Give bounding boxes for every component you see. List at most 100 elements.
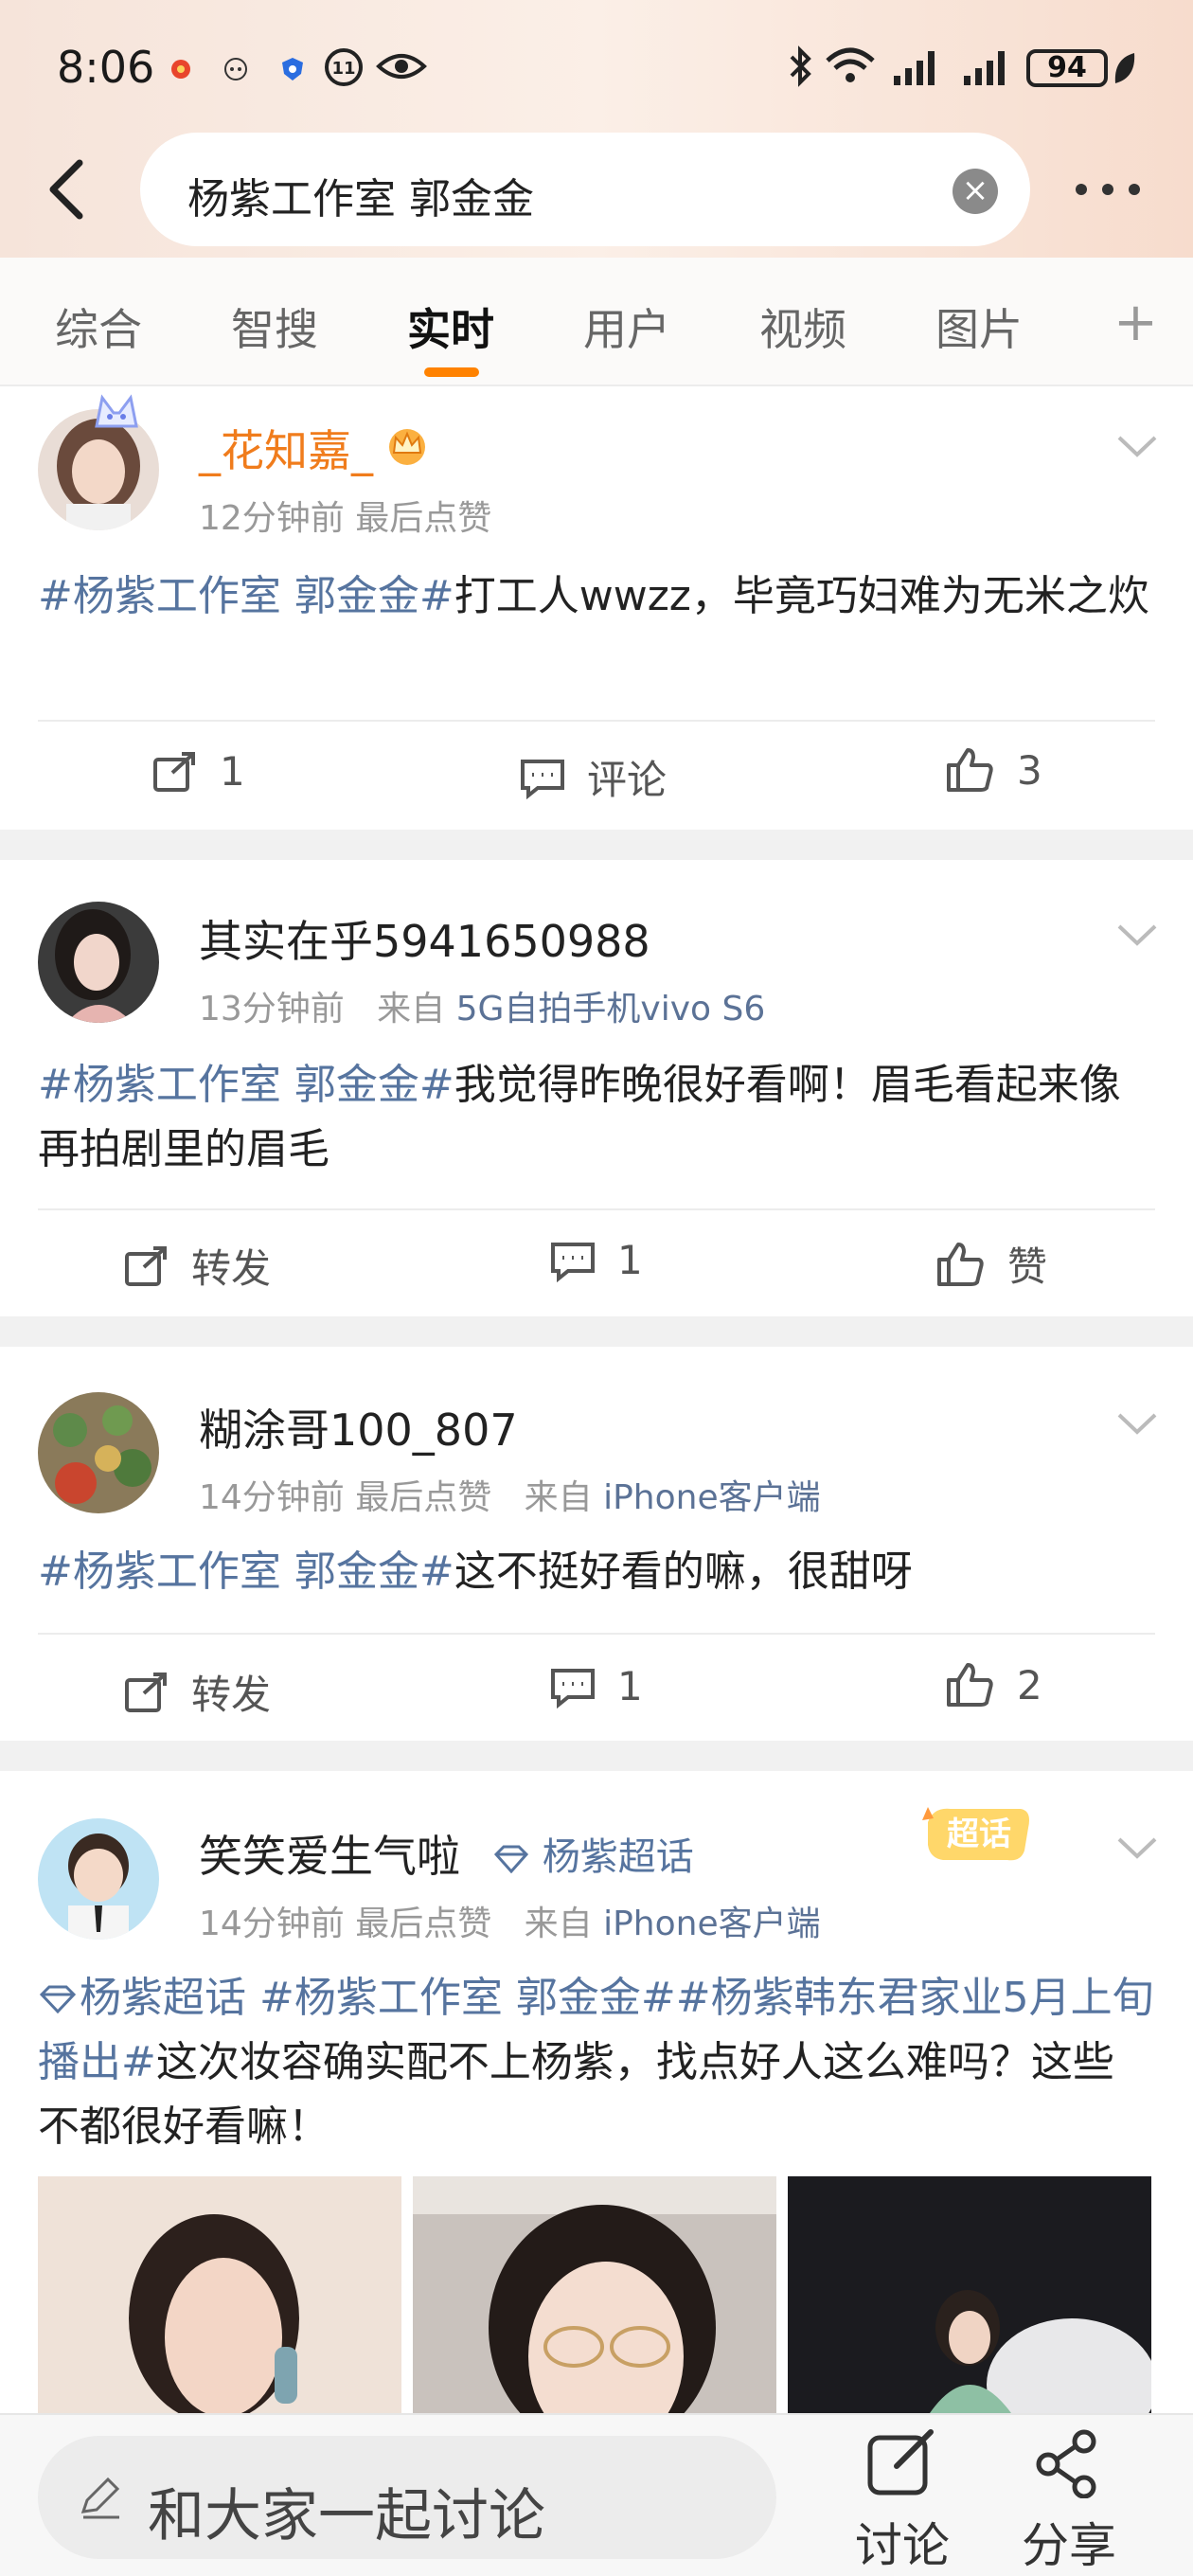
chevron-down-icon[interactable] (1113, 432, 1161, 460)
like-count: 3 (1017, 746, 1042, 794)
avatar[interactable] (38, 1392, 159, 1513)
super-topic-link[interactable]: 杨紫超话 (492, 1826, 694, 1881)
post-separator (0, 830, 1193, 860)
hashtag-link[interactable]: 杨紫超话 (38, 1974, 246, 2022)
repost-label: 转发 (191, 1245, 272, 1292)
search-input[interactable]: 杨紫工作室 郭金金 × (140, 133, 1030, 246)
tab-smart-search[interactable]: 智搜 (231, 295, 318, 358)
repost-button[interactable]: 转发 (123, 1237, 271, 1295)
post-body: #杨紫工作室 郭金金#我觉得昨晚很好看啊！眉毛看起来像再拍剧里的眉毛 (38, 1053, 1155, 1182)
post-meta: 14分钟前 最后点赞 来自 iPhone客户端 (199, 1470, 821, 1519)
pencil-icon (80, 2477, 120, 2519)
comment-count: 1 (617, 1663, 643, 1709)
hashtag-link[interactable]: #杨紫工作室 郭金金# (38, 1547, 454, 1596)
post-separator (0, 1316, 1193, 1347)
comment-button[interactable]: 评论 (519, 748, 667, 806)
post-extra: 最后点赞 (355, 499, 492, 538)
share-icon (1036, 2429, 1096, 2499)
discuss-label: 讨论 (855, 2518, 950, 2573)
post-source[interactable]: iPhone客户端 (603, 1905, 821, 1943)
avatar[interactable] (38, 902, 159, 1023)
post-body: #杨紫工作室 郭金金#这不挺好看的嘛，很甜呀 (38, 1540, 1155, 1604)
like-button[interactable]: 3 (945, 746, 1042, 794)
compose-icon (867, 2429, 934, 2496)
like-label: 赞 (1007, 1243, 1048, 1290)
post-image[interactable] (788, 2176, 1151, 2413)
repost-button[interactable]: 转发 (123, 1663, 271, 1721)
post-separator (0, 1741, 1193, 1771)
post-body: #杨紫工作室 郭金金#打工人wwzz，毕竟巧妇难为无米之炊 (38, 564, 1155, 629)
repost-icon (125, 1245, 167, 1286)
chevron-down-icon[interactable] (1113, 1409, 1161, 1438)
comment-button[interactable]: 1 (549, 1237, 643, 1283)
username[interactable]: 其实在乎5941650988 (199, 907, 650, 970)
tab-realtime[interactable]: 实时 (407, 295, 494, 358)
comment-button[interactable]: 1 (549, 1663, 643, 1709)
vip-crown-icon (389, 429, 425, 465)
discussion-input[interactable]: 和大家一起讨论 (38, 2436, 776, 2559)
discuss-button[interactable]: 讨论 (841, 2428, 964, 2576)
super-topic-tag: 杨紫超话 (80, 1974, 246, 2022)
tab-users[interactable]: 用户 (583, 295, 670, 358)
tab-video[interactable]: 视频 (759, 295, 846, 358)
tab-images[interactable]: 图片 (935, 295, 1023, 358)
super-topic-badge: 超话 (922, 1807, 1029, 1861)
post-source[interactable]: 5G自拍手机vivo S6 (456, 990, 766, 1029)
username[interactable]: _花知嘉_ (199, 417, 373, 479)
chevron-down-icon[interactable] (1113, 921, 1161, 949)
wifi-icon (826, 47, 875, 82)
avatar[interactable] (38, 1818, 159, 1940)
weibo-notification-icon (171, 60, 190, 79)
hashtag-link[interactable]: #杨紫工作室 郭金金# (38, 1061, 454, 1109)
chevron-down-icon[interactable] (1113, 1834, 1161, 1862)
thumbs-up-icon (937, 1242, 984, 1286)
clear-search-button[interactable]: × (953, 169, 998, 214)
post-meta: 14分钟前 最后点赞 来自 iPhone客户端 (199, 1896, 821, 1945)
tab-bar: 综合 智搜 实时 用户 视频 图片 + (0, 258, 1193, 386)
bottom-bar: 和大家一起讨论 讨论 分享 (0, 2413, 1193, 2576)
like-button[interactable]: 赞 (935, 1235, 1047, 1293)
more-options-icon[interactable] (1070, 170, 1146, 208)
post-meta: 13分钟前 来自 5G自拍手机vivo S6 (199, 981, 765, 1030)
username[interactable]: 糊涂哥100_807 (199, 1396, 518, 1458)
thumbs-up-icon (947, 1663, 993, 1707)
shield-icon (282, 58, 303, 80)
post-time: 14分钟前 (199, 1905, 345, 1943)
add-tab-icon[interactable]: + (1113, 292, 1158, 353)
post-text: 这次妆容确实配不上杨紫，找点好人这么难吗？这些不都很好看嘛！ (38, 2038, 1114, 2151)
battery-indicator: 94 (1026, 49, 1108, 87)
post-text: 打工人wwzz，毕竟巧妇难为无米之炊 (454, 572, 1149, 620)
post-time: 13分钟前 (199, 990, 345, 1029)
tab-comprehensive[interactable]: 综合 (55, 295, 142, 358)
post-image[interactable] (413, 2176, 776, 2413)
like-count: 2 (1017, 1661, 1042, 1708)
post-time: 12分钟前 (199, 499, 345, 538)
active-tab-indicator (424, 367, 479, 377)
post-extra: 最后点赞 (355, 1478, 492, 1517)
diamond-icon (39, 1985, 77, 2014)
hashtag-link[interactable]: #杨紫工作室 郭金金# (38, 572, 454, 620)
super-topic-label: 杨紫超话 (542, 1835, 694, 1879)
username[interactable]: 笑笑爱生气啦 (199, 1822, 460, 1885)
like-button[interactable]: 2 (945, 1661, 1042, 1708)
svg-text:超话: 超话 (947, 1816, 1011, 1853)
repost-icon (153, 751, 195, 792)
post-source[interactable]: iPhone客户端 (603, 1478, 821, 1517)
data-saver-icon: 11 (325, 48, 363, 86)
post-time: 14分钟前 (199, 1478, 345, 1517)
search-query: 杨紫工作室 郭金金 (187, 175, 534, 224)
post-body: 杨紫超话 #杨紫工作室 郭金金##杨紫韩东君家业5月上旬播出#这次妆容确实配不上… (38, 1966, 1155, 2159)
discussion-placeholder: 和大家一起讨论 (148, 2483, 545, 2549)
diamond-icon (493, 1845, 529, 1874)
post-meta: 12分钟前 最后点赞 (199, 491, 491, 540)
back-arrow-icon[interactable] (38, 152, 104, 227)
repost-icon (125, 1672, 167, 1712)
post-text: 这不挺好看的嘛，很甜呀 (454, 1547, 913, 1596)
source-prefix: 来自 (524, 1905, 593, 1943)
repost-button[interactable]: 1 (151, 748, 245, 795)
post-extra: 最后点赞 (355, 1905, 492, 1943)
post-image[interactable] (38, 2176, 401, 2413)
share-button[interactable]: 分享 (1007, 2428, 1131, 2576)
bluetooth-icon (790, 45, 811, 87)
avatar-pendant-icon (95, 394, 138, 428)
